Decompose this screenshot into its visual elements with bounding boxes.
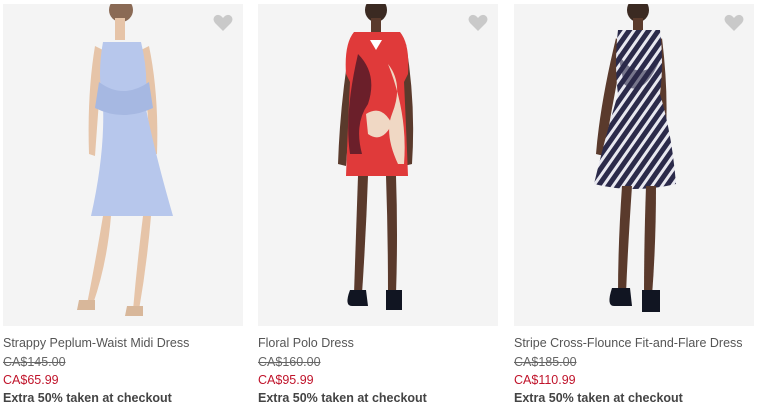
promo-text: Extra 50% taken at checkout	[514, 391, 683, 405]
sale-price: CA$95.99	[258, 373, 314, 387]
product-image[interactable]	[258, 4, 498, 326]
dress-illustration-floral	[258, 4, 498, 326]
product-name[interactable]: Stripe Cross-Flounce Fit-and-Flare Dress	[514, 336, 743, 350]
dress-illustration-blue	[3, 4, 243, 326]
original-price: CA$145.00	[3, 355, 66, 369]
favorite-heart-icon[interactable]	[724, 14, 744, 32]
original-price: CA$185.00	[514, 355, 577, 369]
sale-price: CA$110.99	[514, 373, 576, 387]
original-price: CA$160.00	[258, 355, 321, 369]
promo-text: Extra 50% taken at checkout	[3, 391, 172, 405]
product-image[interactable]	[514, 4, 754, 326]
product-name[interactable]: Floral Polo Dress	[258, 336, 354, 350]
product-card[interactable]: Floral Polo Dress CA$160.00 CA$95.99 Ext…	[258, 0, 498, 417]
sale-price: CA$65.99	[3, 373, 59, 387]
promo-text: Extra 50% taken at checkout	[258, 391, 427, 405]
product-grid: Strappy Peplum-Waist Midi Dress CA$145.0…	[0, 0, 757, 417]
product-name[interactable]: Strappy Peplum-Waist Midi Dress	[3, 336, 189, 350]
product-card[interactable]: Stripe Cross-Flounce Fit-and-Flare Dress…	[514, 0, 754, 417]
product-card[interactable]: Strappy Peplum-Waist Midi Dress CA$145.0…	[3, 0, 243, 417]
product-image[interactable]	[3, 4, 243, 326]
favorite-heart-icon[interactable]	[468, 14, 488, 32]
favorite-heart-icon[interactable]	[213, 14, 233, 32]
dress-illustration-stripe	[514, 4, 754, 326]
